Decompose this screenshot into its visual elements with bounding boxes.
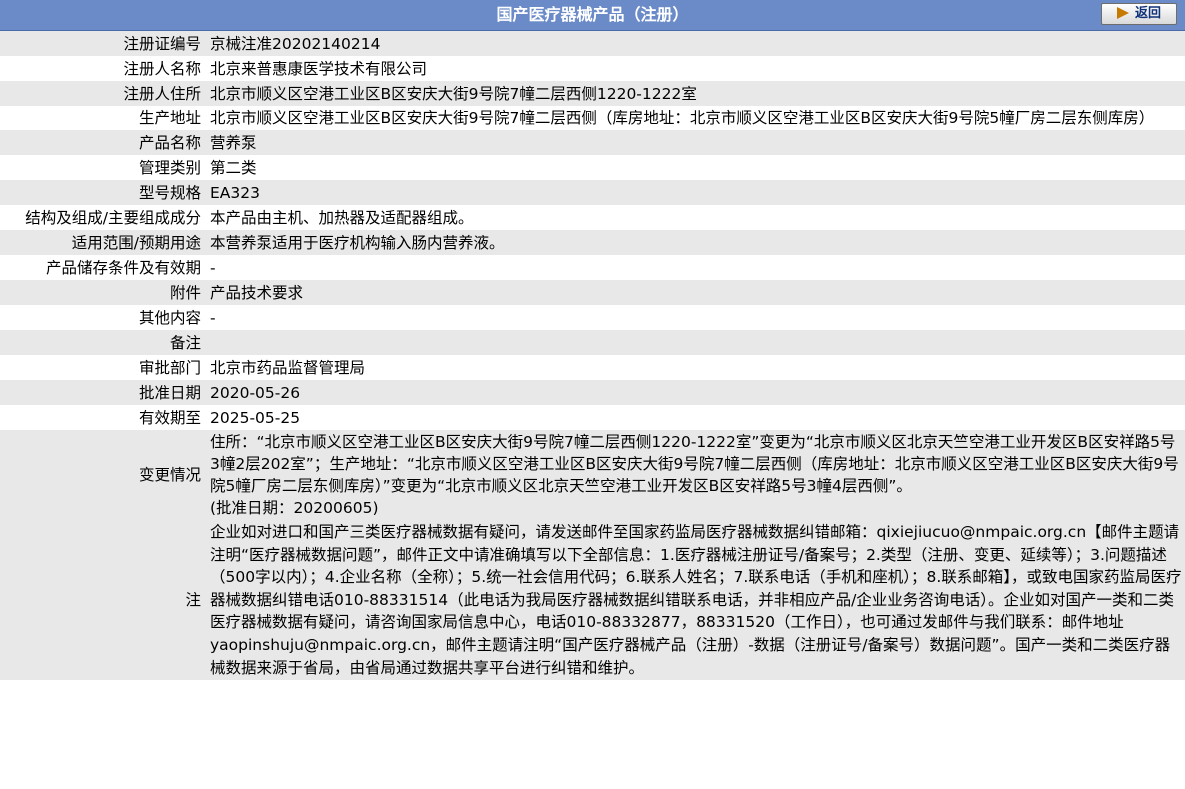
table-row-note: 注 企业如对进口和国产三类医疗器械数据有疑问，请发送邮件至国家药监局医疗器械数据… xyxy=(0,520,1185,681)
table-row: 生产地址 北京市顺义区空港工业区B区安庆大街9号院7幢二层西侧（库房地址：北京市顺… xyxy=(0,106,1185,130)
field-label: 注册人名称 xyxy=(0,56,205,81)
table-row: 注册人住所 北京市顺义区空港工业区B区安庆大街9号院7幢二层西侧1220-1222… xyxy=(0,81,1185,106)
change-value: 住所：“北京市顺义区空港工业区B区安庆大街9号院7幢二层西侧1220-1222室… xyxy=(205,430,1185,520)
field-label: 附件 xyxy=(0,280,205,305)
table-row: 适用范围/预期用途 本营养泵适用于医疗机构输入肠内营养液。 xyxy=(0,230,1185,255)
field-label: 变更情况 xyxy=(0,430,205,520)
field-label: 注 xyxy=(0,520,205,681)
page-header: 国产医疗器械产品（注册） 返回 xyxy=(0,0,1185,31)
change-text: 住所：“北京市顺义区空港工业区B区安庆大街9号院7幢二层西侧1220-1222室… xyxy=(210,433,1179,495)
table-row: 型号规格 EA323 xyxy=(0,180,1185,205)
table-row: 注册人名称 北京来普惠康医学技术有限公司 xyxy=(0,56,1185,81)
field-label: 产品储存条件及有效期 xyxy=(0,255,205,280)
field-value: 第二类 xyxy=(205,155,1185,180)
field-label: 审批部门 xyxy=(0,355,205,380)
change-approval-date: (批准日期：20200605) xyxy=(210,499,379,517)
field-value: 北京市顺义区空港工业区B区安庆大街9号院7幢二层西侧（库房地址：北京市顺义区空港… xyxy=(205,106,1185,130)
table-row: 注册证编号 京械注准20202140214 xyxy=(0,31,1185,56)
table-row-change: 变更情况 住所：“北京市顺义区空港工业区B区安庆大街9号院7幢二层西侧1220-… xyxy=(0,430,1185,520)
back-arrow-icon xyxy=(1116,7,1129,19)
field-label: 管理类别 xyxy=(0,155,205,180)
field-label: 注册人住所 xyxy=(0,81,205,106)
field-value: 营养泵 xyxy=(205,130,1185,155)
table-row: 审批部门 北京市药品监督管理局 xyxy=(0,355,1185,380)
table-row: 其他内容 - xyxy=(0,305,1185,330)
registration-detail-table: 注册证编号 京械注准20202140214 注册人名称 北京来普惠康医学技术有限公司… xyxy=(0,31,1185,681)
field-label: 注册证编号 xyxy=(0,31,205,56)
field-label: 型号规格 xyxy=(0,180,205,205)
field-value: 本产品由主机、加热器及适配器组成。 xyxy=(205,205,1185,230)
field-label: 适用范围/预期用途 xyxy=(0,230,205,255)
field-value xyxy=(205,330,1185,355)
table-row: 产品储存条件及有效期 - xyxy=(0,255,1185,280)
table-row: 结构及组成/主要组成成分 本产品由主机、加热器及适配器组成。 xyxy=(0,205,1185,230)
back-button[interactable]: 返回 xyxy=(1101,3,1177,25)
field-label: 产品名称 xyxy=(0,130,205,155)
field-value: 2025-05-25 xyxy=(205,405,1185,430)
field-label: 有效期至 xyxy=(0,405,205,430)
field-label: 备注 xyxy=(0,330,205,355)
field-value: EA323 xyxy=(205,180,1185,205)
field-label: 批准日期 xyxy=(0,380,205,405)
field-value: - xyxy=(205,255,1185,280)
note-text: 企业如对进口和国产三类医疗器械数据有疑问，请发送邮件至国家药监局医疗器械数据纠错… xyxy=(205,520,1185,681)
field-label: 生产地址 xyxy=(0,106,205,130)
field-label: 结构及组成/主要组成成分 xyxy=(0,205,205,230)
field-value: - xyxy=(205,305,1185,330)
field-value: 2020-05-26 xyxy=(205,380,1185,405)
table-row: 备注 xyxy=(0,330,1185,355)
field-value: 北京来普惠康医学技术有限公司 xyxy=(205,56,1185,81)
field-value: 北京市药品监督管理局 xyxy=(205,355,1185,380)
table-row: 产品名称 营养泵 xyxy=(0,130,1185,155)
field-value: 产品技术要求 xyxy=(205,280,1185,305)
field-value: 京械注准20202140214 xyxy=(205,31,1185,56)
field-label: 其他内容 xyxy=(0,305,205,330)
table-row: 批准日期 2020-05-26 xyxy=(0,380,1185,405)
page-title: 国产医疗器械产品（注册） xyxy=(496,5,689,24)
field-value: 北京市顺义区空港工业区B区安庆大街9号院7幢二层西侧1220-1222室 xyxy=(205,81,1185,106)
table-row: 附件 产品技术要求 xyxy=(0,280,1185,305)
field-value: 本营养泵适用于医疗机构输入肠内营养液。 xyxy=(205,230,1185,255)
table-row: 有效期至 2025-05-25 xyxy=(0,405,1185,430)
table-row: 管理类别 第二类 xyxy=(0,155,1185,180)
back-button-label: 返回 xyxy=(1134,6,1161,21)
